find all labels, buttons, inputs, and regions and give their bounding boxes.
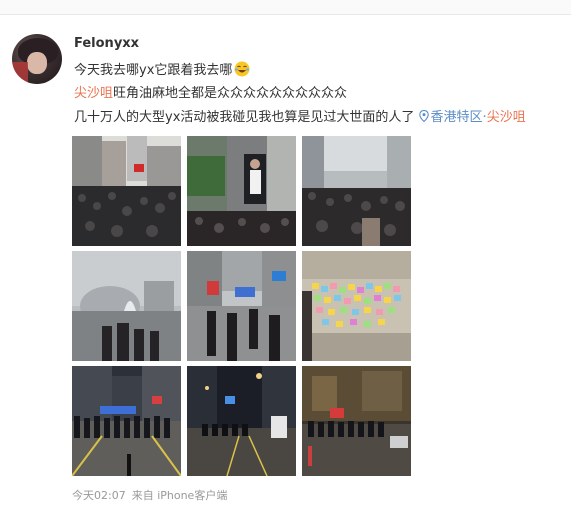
location-region: 香港特区 bbox=[430, 110, 483, 125]
post-text-line-1: 今天我去哪yx它跟着我去哪 bbox=[74, 61, 250, 80]
post-source: 来自 iPhone客户端 bbox=[131, 489, 228, 502]
photo-night-police-line-2[interactable] bbox=[302, 366, 411, 476]
location-tag[interactable]: 香港特区·尖沙咀 bbox=[418, 110, 526, 125]
photo-lennon-wall[interactable] bbox=[302, 251, 411, 361]
weibo-post: Felonyxx 今天我去哪yx它跟着我去哪 尖沙咀旺角油麻地全都是众众众众众众… bbox=[0, 14, 571, 513]
post-text-line-3: 几十万人的大型yx活动被我碰见我也算是见过大世面的人了 香港特区·尖沙咀 bbox=[74, 109, 526, 127]
photo-crowd-street-2[interactable] bbox=[302, 136, 411, 246]
photo-crowd-billboard[interactable] bbox=[187, 136, 296, 246]
photo-harbour-dome[interactable] bbox=[72, 251, 181, 361]
post-text-2-icons: 众众众众众众众众众众 bbox=[217, 86, 348, 101]
photo-night-police-line-1[interactable] bbox=[72, 366, 181, 476]
avatar[interactable] bbox=[12, 34, 62, 84]
laughing-crying-emoji-icon bbox=[234, 61, 250, 77]
username[interactable]: Felonyxx bbox=[74, 36, 139, 51]
location-place: 尖沙咀 bbox=[486, 110, 526, 125]
place-link[interactable]: 尖沙咀 bbox=[74, 86, 113, 101]
photo-crowd-street-1[interactable] bbox=[72, 136, 181, 246]
post-text-line-2: 尖沙咀旺角油麻地全都是众众众众众众众众众众 bbox=[74, 85, 347, 103]
post-meta: 今天02:07 来自 iPhone客户端 bbox=[72, 487, 233, 503]
post-text-3: 几十万人的大型yx活动被我碰见我也算是见过大世面的人了 bbox=[74, 110, 415, 125]
photo-street-protesters[interactable] bbox=[187, 251, 296, 361]
post-text-1: 今天我去哪yx它跟着我去哪 bbox=[74, 63, 233, 78]
top-divider bbox=[0, 0, 571, 15]
post-text-2: 旺角油麻地全都是 bbox=[113, 86, 218, 101]
location-pin-icon bbox=[418, 110, 429, 122]
timestamp[interactable]: 今天02:07 bbox=[72, 489, 126, 502]
photo-grid bbox=[72, 136, 411, 476]
photo-night-street[interactable] bbox=[187, 366, 296, 476]
